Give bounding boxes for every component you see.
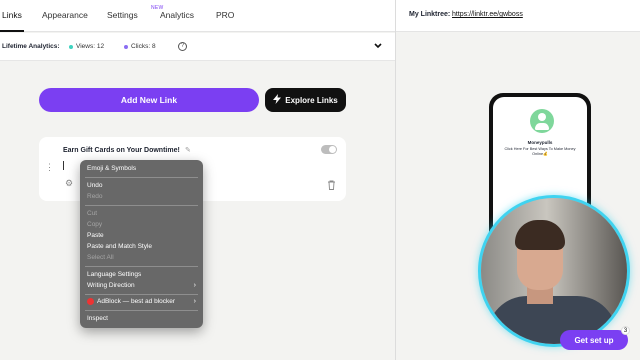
webcam-overlay xyxy=(478,195,630,347)
submenu-arrow-icon: › xyxy=(193,298,196,305)
profile-avatar xyxy=(530,109,554,133)
explore-links-button[interactable]: Explore Links xyxy=(265,88,346,112)
clicks-dot xyxy=(124,45,128,49)
menu-separator xyxy=(85,294,198,295)
analytics-label: Lifetime Analytics: xyxy=(2,43,60,50)
views-dot xyxy=(69,45,73,49)
menu-item-paste[interactable]: Paste xyxy=(87,232,104,239)
menu-item-select-all: Select All xyxy=(87,254,114,261)
menu-item-inspect[interactable]: Inspect xyxy=(87,315,108,322)
active-tab-indicator xyxy=(0,30,24,32)
adblock-icon xyxy=(87,298,94,305)
menu-item-cut: Cut xyxy=(87,210,98,217)
menu-separator xyxy=(85,205,198,206)
setup-count-badge: 3 xyxy=(621,326,630,335)
menu-item-undo[interactable]: Undo xyxy=(87,182,103,189)
add-new-link-button[interactable]: Add New Link xyxy=(39,88,259,112)
submenu-arrow-icon: › xyxy=(193,282,196,289)
profile-name: Moneypulls xyxy=(527,140,553,145)
drag-handle-icon[interactable]: ⋮ xyxy=(45,163,54,172)
lightning-icon xyxy=(273,94,282,106)
link-visibility-toggle[interactable] xyxy=(321,145,337,154)
menu-item-redo: Redo xyxy=(87,193,103,200)
get-set-up-button[interactable]: Get set up xyxy=(560,330,628,350)
menu-item-copy: Copy xyxy=(87,221,103,228)
link-title[interactable]: Earn Gift Cards on Your Downtime! xyxy=(63,147,180,154)
explore-links-label: Explore Links xyxy=(285,95,338,105)
menu-separator xyxy=(85,177,198,178)
menu-item-adblock[interactable]: AdBlock — best ad blocker xyxy=(97,298,175,305)
views-count: Views: 12 xyxy=(76,43,105,50)
chevron-down-icon[interactable] xyxy=(374,42,382,51)
tab-links[interactable]: Links xyxy=(2,10,22,20)
linktree-url-link[interactable]: https://linktr.ee/gwboss xyxy=(452,11,523,18)
menu-separator xyxy=(85,266,198,267)
linktree-url-bar: My Linktree: https://linktr.ee/gwboss xyxy=(396,0,640,32)
context-menu: Emoji & Symbols Undo Redo Cut Copy Paste… xyxy=(80,160,203,328)
tab-settings[interactable]: Settings xyxy=(107,10,138,20)
analytics-bar[interactable]: Lifetime Analytics: Views: 12 Clicks: 8 … xyxy=(0,33,395,61)
url-input-caret[interactable] xyxy=(63,161,64,170)
menu-item-paste-match-style[interactable]: Paste and Match Style xyxy=(87,243,152,250)
add-new-link-label: Add New Link xyxy=(120,95,178,105)
top-nav: Links Appearance Settings NEW Analytics … xyxy=(0,0,395,32)
menu-item-language-settings[interactable]: Language Settings xyxy=(87,271,141,278)
help-icon[interactable]: ? xyxy=(178,42,187,51)
tab-appearance[interactable]: Appearance xyxy=(42,10,88,20)
menu-item-writing-direction[interactable]: Writing Direction xyxy=(87,282,135,289)
tab-pro[interactable]: PRO xyxy=(216,10,234,20)
get-set-up-label: Get set up xyxy=(574,335,614,345)
trash-icon[interactable] xyxy=(327,177,336,190)
menu-separator xyxy=(85,310,198,311)
edit-pencil-icon[interactable]: ✎ xyxy=(185,146,191,154)
gear-icon[interactable]: ⚙ xyxy=(65,178,73,189)
clicks-count: Clicks: 8 xyxy=(131,43,156,50)
tab-analytics[interactable]: Analytics xyxy=(160,10,194,20)
panel-divider xyxy=(395,0,396,360)
profile-bio: Click Here For Best Ways To Make Money O… xyxy=(504,147,576,156)
menu-item-emoji-symbols[interactable]: Emoji & Symbols xyxy=(87,165,136,172)
linktree-label: My Linktree: xyxy=(409,11,451,18)
